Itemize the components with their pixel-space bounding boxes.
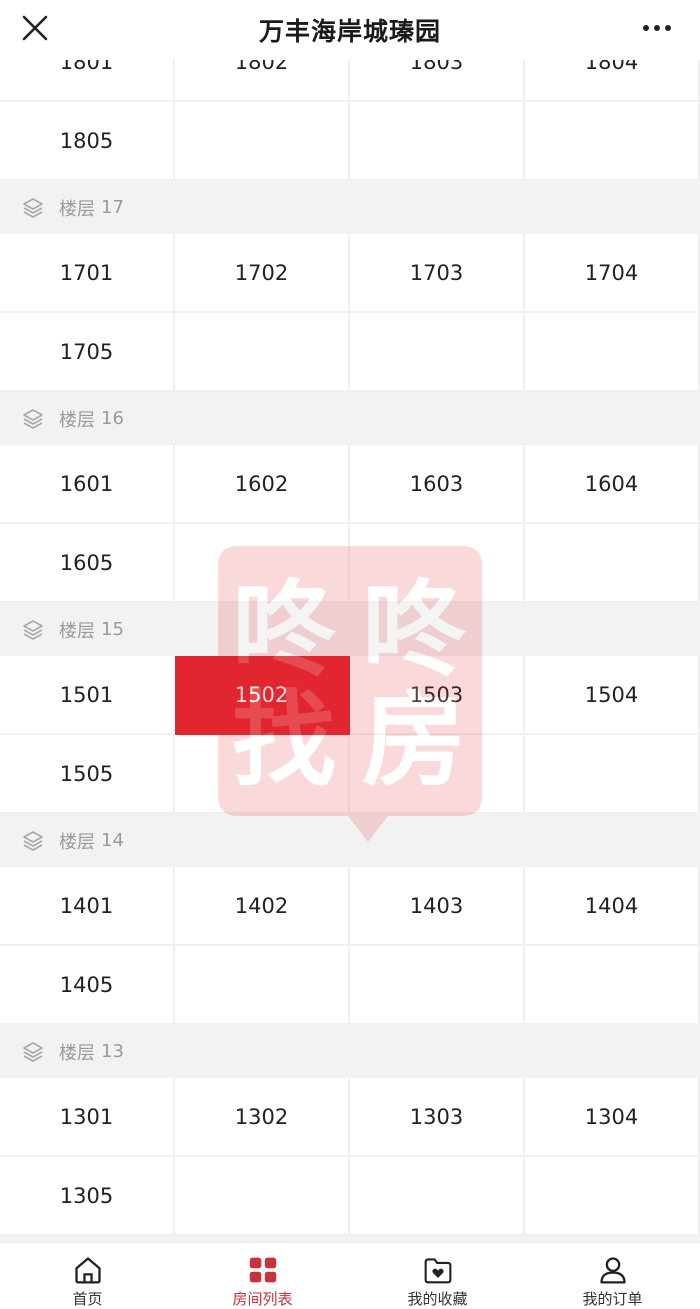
- tab-home[interactable]: 首页: [0, 1243, 175, 1309]
- tab-orders[interactable]: 我的订单: [525, 1243, 700, 1309]
- tab-home-label: 首页: [72, 1290, 103, 1308]
- floor-layers-icon: [23, 830, 43, 851]
- empty-cell: [175, 313, 350, 392]
- unit-cell[interactable]: 1601: [0, 445, 175, 524]
- unit-row: 1301 1302 1303 1304: [0, 1078, 700, 1157]
- user-icon: [599, 1257, 626, 1284]
- unit-cell[interactable]: 1805: [0, 102, 175, 181]
- floor-header: 楼层 15: [0, 603, 700, 656]
- top-nav-bar: 万丰海岸城瑧园: [0, 0, 700, 60]
- empty-cell: [350, 735, 525, 814]
- floor-layers-icon: [23, 1041, 43, 1062]
- tab-room-list-label: 房间列表: [232, 1290, 293, 1308]
- unit-cell[interactable]: 1405: [0, 946, 175, 1025]
- unit-row: 1501 1502 1503 1504: [0, 656, 700, 735]
- unit-cell[interactable]: 1501: [0, 656, 175, 735]
- unit-cell[interactable]: 1802: [175, 60, 350, 102]
- room-list-scroller: 1801 1802 1803 1804 1805 楼层 17 1701 1702 1703 1704…: [0, 60, 700, 1236]
- unit-cell[interactable]: 1301: [0, 1078, 175, 1157]
- unit-cell[interactable]: 1804: [525, 60, 700, 102]
- unit-cell[interactable]: 1404: [525, 867, 700, 946]
- empty-cell: [525, 102, 700, 181]
- empty-cell: [350, 946, 525, 1025]
- empty-cell: [525, 946, 700, 1025]
- floor-number: 15: [101, 619, 124, 640]
- unit-cell[interactable]: 1605: [0, 524, 175, 603]
- unit-cell[interactable]: 1505: [0, 735, 175, 814]
- unit-row: 1405: [0, 946, 700, 1025]
- floor-number: 17: [101, 197, 124, 218]
- unit-row: 1605: [0, 524, 700, 603]
- floor-number: 13: [101, 1041, 124, 1062]
- unit-cell[interactable]: 1704: [525, 234, 700, 313]
- unit-row: 1805: [0, 102, 700, 181]
- unit-row: 1601 1602 1603 1604: [0, 445, 700, 524]
- empty-cell: [175, 524, 350, 603]
- unit-cell[interactable]: 1403: [350, 867, 525, 946]
- floor-layers-icon: [23, 197, 43, 218]
- floor-header: 楼层 17: [0, 181, 700, 234]
- floor-layers-icon: [23, 619, 43, 640]
- floor-label: 楼层: [59, 831, 95, 853]
- tab-room-list[interactable]: 房间列表: [175, 1243, 350, 1309]
- empty-cell: [350, 1157, 525, 1236]
- floor-label: 楼层: [59, 1042, 95, 1064]
- unit-cell[interactable]: 1705: [0, 313, 175, 392]
- empty-cell: [350, 524, 525, 603]
- empty-cell: [350, 102, 525, 181]
- unit-cell-selected[interactable]: 1502: [175, 656, 350, 735]
- favorites-folder-icon: [424, 1258, 451, 1284]
- floor-layers-icon: [23, 408, 43, 429]
- unit-cell[interactable]: 1701: [0, 234, 175, 313]
- unit-row: 1701 1702 1703 1704: [0, 234, 700, 313]
- floor-number: 14: [101, 830, 124, 851]
- unit-cell[interactable]: 1401: [0, 867, 175, 946]
- unit-row: 1305: [0, 1157, 700, 1236]
- unit-cell[interactable]: 1603: [350, 445, 525, 524]
- empty-cell: [525, 313, 700, 392]
- empty-cell: [350, 313, 525, 392]
- room-list[interactable]: 1801 1802 1803 1804 1805 楼层 17 1701 1702 1703 1704…: [0, 60, 700, 1242]
- unit-cell[interactable]: 1302: [175, 1078, 350, 1157]
- unit-cell[interactable]: 1503: [350, 656, 525, 735]
- empty-cell: [525, 524, 700, 603]
- floor-header: 楼层 14: [0, 814, 700, 867]
- tab-favorites[interactable]: 我的收藏: [350, 1243, 525, 1309]
- home-icon: [74, 1257, 101, 1284]
- bottom-tab-bar: 首页 房间列表 我的收藏 我的订单: [0, 1242, 700, 1309]
- empty-cell: [175, 1157, 350, 1236]
- unit-row: 1801 1802 1803 1804: [0, 60, 700, 102]
- unit-row: 1401 1402 1403 1404: [0, 867, 700, 946]
- unit-cell[interactable]: 1602: [175, 445, 350, 524]
- unit-cell[interactable]: 1703: [350, 234, 525, 313]
- more-icon[interactable]: [642, 22, 672, 34]
- floor-header: 楼层 13: [0, 1025, 700, 1078]
- floor-header: 楼层 16: [0, 392, 700, 445]
- unit-cell[interactable]: 1304: [525, 1078, 700, 1157]
- unit-cell[interactable]: 1303: [350, 1078, 525, 1157]
- unit-cell[interactable]: 1702: [175, 234, 350, 313]
- grid-icon: [249, 1257, 276, 1283]
- floor-label: 楼层: [59, 409, 95, 431]
- unit-cell[interactable]: 1305: [0, 1157, 175, 1236]
- unit-cell[interactable]: 1801: [0, 60, 175, 102]
- unit-cell[interactable]: 1504: [525, 656, 700, 735]
- floor-label: 楼层: [59, 198, 95, 220]
- unit-row: 1705: [0, 313, 700, 392]
- empty-cell: [525, 735, 700, 814]
- empty-cell: [175, 735, 350, 814]
- unit-row: 1505: [0, 735, 700, 814]
- floor-number: 16: [101, 408, 124, 429]
- page-title: 万丰海岸城瑧园: [258, 17, 441, 46]
- empty-cell: [175, 946, 350, 1025]
- unit-cell[interactable]: 1604: [525, 445, 700, 524]
- tab-orders-label: 我的订单: [582, 1290, 643, 1308]
- tab-favorites-label: 我的收藏: [407, 1290, 468, 1308]
- close-icon[interactable]: [18, 11, 52, 45]
- floor-label: 楼层: [59, 620, 95, 642]
- empty-cell: [525, 1157, 700, 1236]
- empty-cell: [175, 102, 350, 181]
- unit-cell[interactable]: 1803: [350, 60, 525, 102]
- unit-cell[interactable]: 1402: [175, 867, 350, 946]
